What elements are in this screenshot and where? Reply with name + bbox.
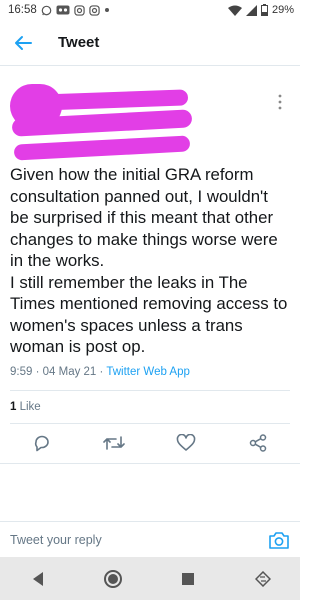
app-bar: Tweet [0, 20, 300, 66]
reply-icon [34, 435, 49, 452]
system-nav-bar [0, 557, 300, 600]
status-right: 29% [227, 4, 294, 16]
wifi-icon [227, 5, 242, 16]
share-button[interactable] [244, 429, 272, 457]
battery-icon [260, 4, 268, 16]
redaction-mark [13, 135, 191, 161]
nav-back-button[interactable] [26, 567, 50, 591]
reply-button[interactable] [28, 429, 56, 457]
likes-row[interactable]: 1 Like [10, 389, 290, 424]
retweet-button[interactable] [100, 429, 128, 457]
back-arrow-icon [15, 35, 32, 50]
reply-bar [0, 521, 300, 557]
back-button[interactable] [10, 30, 36, 56]
tweet-date: 04 May 21 [42, 365, 97, 378]
nav-home-button[interactable] [101, 567, 125, 591]
like-icon [176, 434, 196, 451]
screen: 16:58 29% Tweet Given how the initial GR… [0, 0, 300, 600]
page-title: Tweet [58, 34, 100, 51]
voicemail-icon [56, 5, 70, 15]
recents-square-icon [181, 572, 194, 585]
tweet-meta: 9:59 · 04 May 21 · Twitter Web App [10, 366, 290, 378]
status-left: 16:58 [8, 4, 110, 16]
rotate-button[interactable] [251, 567, 275, 591]
like-button[interactable] [172, 429, 200, 457]
battery-percent: 29% [271, 4, 294, 16]
camera-icon[interactable] [268, 530, 290, 550]
instagram-icon [74, 4, 85, 16]
nav-recents-button[interactable] [176, 567, 200, 591]
tweet-text: Given how the initial GRA reform consult… [10, 165, 288, 356]
likes-label: Like [19, 400, 41, 413]
retweet-icon [103, 436, 125, 450]
likes-count: 1 [10, 400, 17, 413]
tweet-source-link[interactable]: Twitter Web App [106, 366, 190, 378]
meta-separator: · [35, 365, 43, 378]
home-circle-icon [103, 569, 122, 588]
tweet-detail: Given how the initial GRA reform consult… [0, 66, 300, 464]
more-options-icon[interactable] [274, 92, 286, 112]
back-triangle-icon [32, 571, 43, 586]
reply-input[interactable] [10, 532, 240, 547]
tweet-actions [0, 424, 300, 464]
rotate-icon [254, 570, 271, 587]
tweet-header [10, 78, 290, 164]
redaction-mark [37, 89, 189, 111]
tweet-time: 9:59 [10, 365, 33, 378]
dot-icon [104, 7, 110, 13]
share-icon [249, 434, 267, 452]
status-time: 16:58 [8, 4, 37, 16]
status-bar: 16:58 29% [0, 0, 300, 20]
whatsapp-icon [41, 5, 52, 16]
signal-icon [245, 4, 257, 16]
instagram-icon [89, 4, 100, 16]
